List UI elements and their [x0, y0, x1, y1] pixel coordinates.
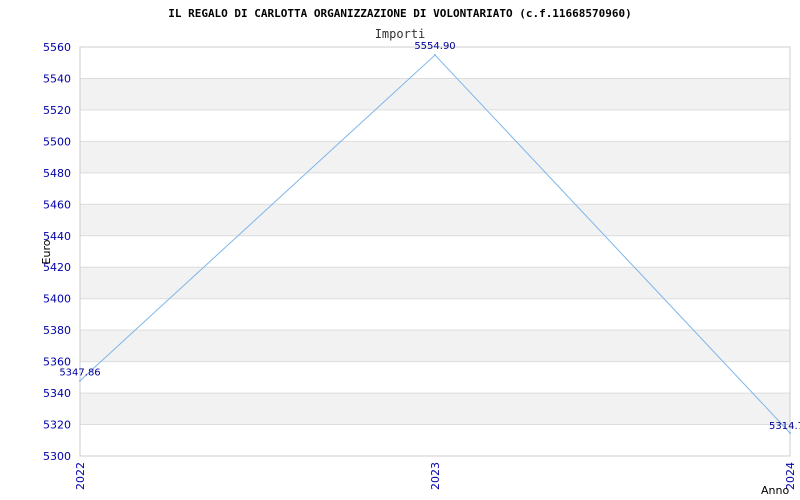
data-label: 5314.7	[769, 421, 800, 432]
y-axis-title: Euro	[40, 239, 53, 264]
x-tick-label: 2023	[429, 462, 442, 490]
chart-title: IL REGALO DI CARLOTTA ORGANIZZAZIONE DI …	[168, 7, 632, 20]
line-chart: IL REGALO DI CARLOTTA ORGANIZZAZIONE DI …	[40, 7, 800, 497]
y-tick-label: 5500	[43, 135, 71, 148]
grid-band	[80, 330, 790, 362]
chart-subtitle: Importi	[375, 27, 426, 41]
y-tick-label: 5540	[43, 72, 71, 85]
y-tick-label: 5380	[43, 324, 71, 337]
data-label: 5347.86	[59, 368, 100, 379]
data-point	[79, 379, 81, 382]
y-tick-label: 5340	[43, 387, 71, 400]
y-tick-label: 5320	[43, 419, 71, 432]
x-axis-title: Anno	[761, 484, 789, 497]
y-tick-label: 5400	[43, 293, 71, 306]
data-point	[434, 54, 436, 57]
series-layer	[79, 54, 791, 434]
grid-band	[80, 141, 790, 173]
y-tick-label: 5560	[43, 41, 71, 54]
grid-band	[80, 393, 790, 425]
x-tick-label: 2022	[74, 462, 87, 490]
y-tick-label: 5360	[43, 356, 71, 369]
y-tick-label: 5480	[43, 167, 71, 180]
x-axis-ticks: 2022 2023 2024	[74, 462, 797, 490]
data-point	[789, 431, 791, 434]
data-label: 5554.90	[414, 41, 455, 52]
y-tick-label: 5520	[43, 104, 71, 117]
y-tick-label: 5300	[43, 450, 71, 463]
grid-band	[80, 204, 790, 236]
y-tick-label: 5460	[43, 198, 71, 211]
grid-bands	[80, 78, 790, 425]
series-line	[79, 54, 791, 434]
grid-band	[80, 78, 790, 110]
